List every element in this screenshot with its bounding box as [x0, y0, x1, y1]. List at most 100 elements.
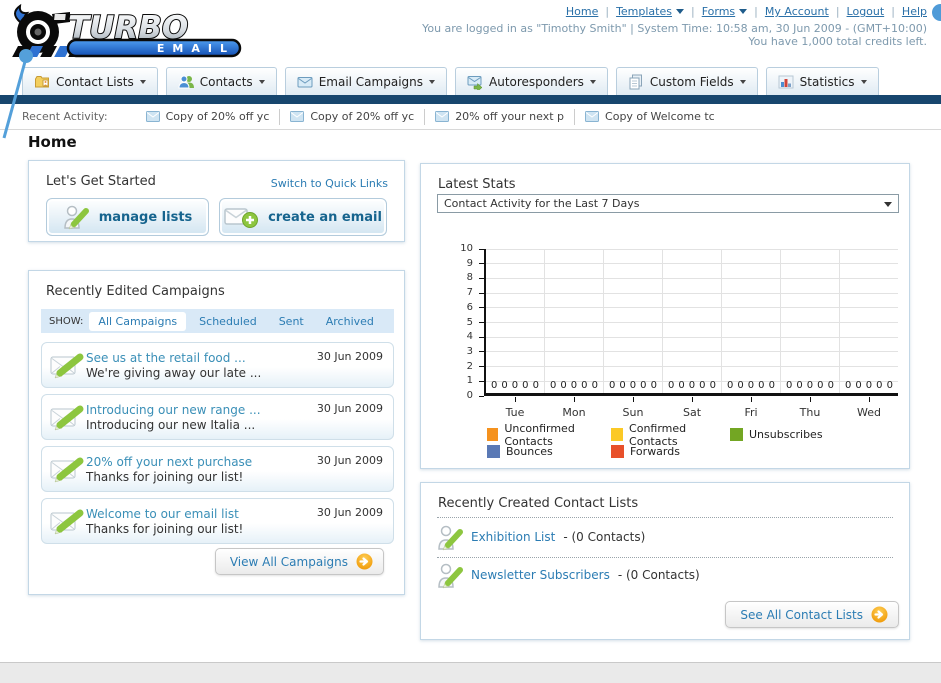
- x-axis-label: Mon: [562, 406, 586, 419]
- campaign-subtitle: Introducing our new Italia ...: [86, 417, 256, 432]
- contact-list-link[interactable]: Newsletter Subscribers: [471, 568, 610, 582]
- nav-link-logout[interactable]: Logout: [847, 5, 885, 18]
- y-tick-label: 3: [466, 345, 473, 357]
- campaign-row[interactable]: 20% off your next purchase Thanks for jo…: [41, 446, 394, 492]
- navy-divider-bar: [0, 95, 941, 104]
- nav-link-label: Forms: [701, 5, 736, 18]
- contact-list-row[interactable]: Exhibition List - (0 Contacts): [437, 523, 645, 551]
- legend-item-forwards: Forwards: [611, 443, 730, 460]
- campaign-title-link[interactable]: Introducing our new range ...: [86, 403, 261, 417]
- envelope-icon: [435, 111, 450, 122]
- campaign-row[interactable]: Welcome to our email list Thanks for joi…: [41, 498, 394, 544]
- campaign-subtitle: We're giving away our late ...: [86, 365, 262, 380]
- campaign-title-link[interactable]: Welcome to our email list: [86, 507, 243, 521]
- custom-fields-pages-icon: [629, 74, 642, 89]
- x-tick-mark: [692, 397, 693, 402]
- recent-campaigns-panel: Recently Edited Campaigns SHOW: All Camp…: [28, 270, 405, 595]
- nav-link-label: My Account: [764, 5, 829, 18]
- recent-activity-item[interactable]: Copy of 20% off yc: [279, 108, 424, 125]
- value-label: 0: [619, 380, 626, 391]
- main-nav-tabs: Contact Lists Contacts Email Campaigns A…: [0, 67, 941, 95]
- campaign-row[interactable]: See us at the retail food ... We're givi…: [41, 342, 394, 388]
- value-label: 0: [747, 380, 755, 391]
- filter-scheduled[interactable]: Scheduled: [190, 312, 266, 331]
- tab-contacts[interactable]: Contacts: [165, 67, 277, 95]
- value-label: 0: [678, 380, 685, 391]
- x-tick-mark: [751, 397, 752, 402]
- x-tick-mark: [869, 397, 870, 402]
- envelope-icon: [585, 111, 600, 122]
- value-label: 0: [796, 380, 803, 391]
- filter-archived[interactable]: Archived: [317, 312, 383, 331]
- manage-lists-label: manage lists: [98, 209, 193, 225]
- campaign-title-link[interactable]: 20% off your next purchase: [86, 455, 252, 469]
- switch-to-quick-links[interactable]: Switch to Quick Links: [271, 177, 388, 190]
- email-envelope-icon: [297, 76, 313, 87]
- recent-activity-item[interactable]: Copy of Welcome tc: [574, 108, 725, 125]
- tab-email-campaigns[interactable]: Email Campaigns: [284, 67, 447, 95]
- recent-activity-item[interactable]: 20% off your next p: [424, 108, 574, 125]
- value-labels-row: 00000: [666, 380, 718, 391]
- dropdown-caret-icon: [139, 79, 146, 84]
- logo-title: TURBO: [68, 10, 188, 46]
- y-tick-label: 6: [466, 301, 473, 313]
- x-tick-mark: [574, 397, 575, 402]
- tab-custom-fields[interactable]: Custom Fields: [615, 67, 758, 95]
- value-label: 0: [609, 380, 616, 391]
- campaign-row[interactable]: Introducing our new range ... Introducin…: [41, 394, 394, 440]
- value-label: 0: [501, 380, 508, 391]
- create-email-button[interactable]: create an email: [219, 198, 387, 236]
- nav-link-help[interactable]: Help: [902, 5, 927, 18]
- tab-statistics[interactable]: Statistics: [765, 67, 879, 95]
- nav-link-home[interactable]: Home: [566, 5, 598, 18]
- chart-group-tue: 0 0 0 0 0 Tue: [486, 249, 545, 419]
- manage-lists-button[interactable]: manage lists: [46, 198, 209, 236]
- nav-link-forms[interactable]: Forms: [701, 5, 748, 18]
- see-all-contact-lists-button[interactable]: See All Contact Lists: [725, 601, 899, 628]
- chart-group-mon: 0 0 0 0 0 Mon: [545, 249, 604, 419]
- dropdown-caret-icon: [860, 79, 867, 84]
- x-axis-label: Fri: [744, 406, 758, 419]
- tab-label: Email Campaigns: [318, 74, 423, 89]
- y-tick-label: 1: [466, 375, 473, 387]
- dropdown-caret-icon: [589, 79, 596, 84]
- filter-sent[interactable]: Sent: [270, 312, 313, 331]
- value-label: 0: [570, 380, 578, 391]
- chart-group-fri: 0 0 0 0 0 Fri: [722, 249, 781, 419]
- contact-list-row[interactable]: Newsletter Subscribers - (0 Contacts): [437, 561, 700, 589]
- legend-swatch-icon: [611, 445, 624, 458]
- footer-strip: [0, 662, 941, 683]
- tab-contact-lists[interactable]: Contact Lists: [22, 67, 158, 95]
- legend-item-unsubscribes: Unsubscribes: [730, 426, 823, 443]
- value-label: 0: [699, 380, 706, 391]
- campaign-title-link[interactable]: See us at the retail food ...: [86, 351, 261, 365]
- chart-y-axis: 0 1 2 3 4 5 6 7 8 9 10: [421, 243, 484, 401]
- contact-list-count: - (0 Contacts): [617, 568, 700, 582]
- decorative-pin: [2, 49, 33, 139]
- legend-swatch-icon: [487, 445, 500, 458]
- view-all-campaigns-button[interactable]: View All Campaigns: [214, 548, 384, 575]
- header: EMAIL TURBO Home | Templates | Forms | M…: [0, 0, 941, 67]
- value-label: 0: [845, 380, 852, 391]
- x-tick-mark: [810, 397, 811, 402]
- nav-link-my-account[interactable]: My Account: [765, 5, 829, 18]
- chart-group-wed: 0 0 0 0 0 Wed: [840, 249, 898, 419]
- campaign-date: 30 Jun 2009: [316, 454, 383, 467]
- dropdown-caret-icon: [739, 79, 746, 84]
- recent-activity-item[interactable]: Copy of 20% off yc: [136, 109, 280, 125]
- contact-list-link[interactable]: Exhibition List: [471, 530, 555, 544]
- select-caret-icon: [884, 202, 892, 207]
- nav-link-templates[interactable]: Templates: [616, 5, 684, 18]
- filter-all-campaigns[interactable]: All Campaigns: [89, 311, 187, 331]
- y-tick-label: 5: [466, 316, 473, 328]
- campaign-edit-icon: [50, 405, 84, 431]
- value-label: 0: [640, 380, 647, 391]
- value-label: 0: [737, 380, 744, 391]
- value-label: 0: [786, 380, 793, 391]
- separator: |: [691, 5, 695, 18]
- tab-label: Custom Fields: [649, 74, 734, 89]
- tab-autoresponders[interactable]: Autoresponders: [455, 67, 608, 95]
- contact-list-edit-icon: [438, 525, 463, 551]
- stats-report-select[interactable]: Contact Activity for the Last 7 Days: [437, 194, 899, 213]
- contact-lists-panel: Recently Created Contact Lists Exhibitio…: [420, 482, 910, 640]
